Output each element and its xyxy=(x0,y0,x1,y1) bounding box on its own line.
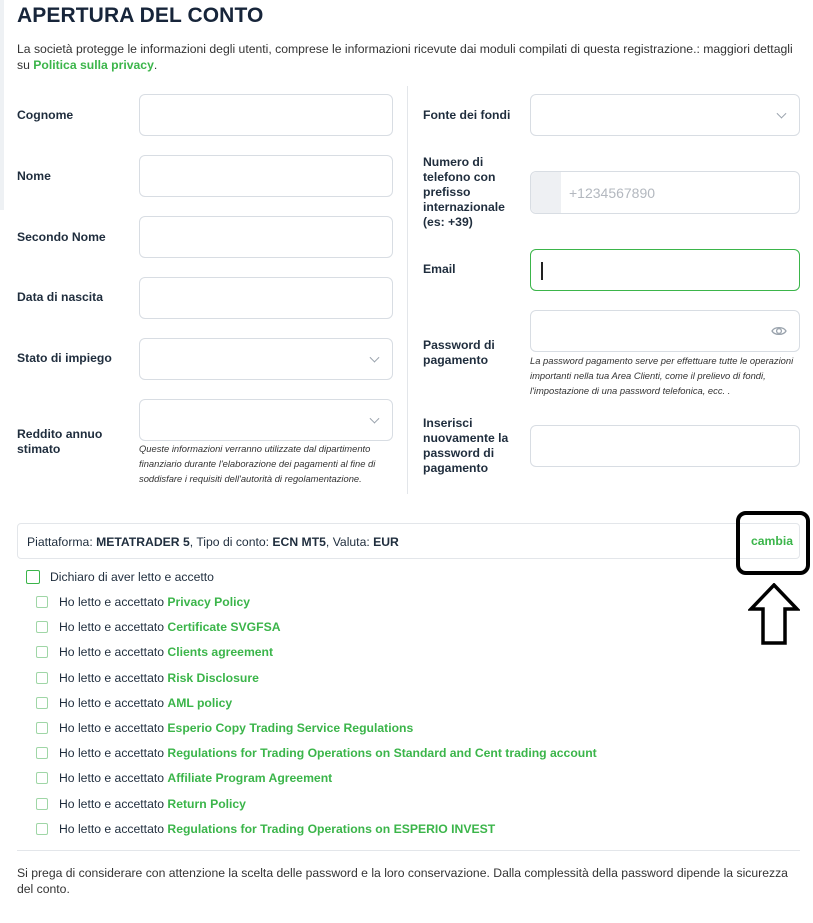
agreement-item: Ho letto e accettato Clients agreement xyxy=(59,645,273,659)
agreement-document-link[interactable]: Esperio Copy Trading Service Regulations xyxy=(167,721,413,735)
agreement-document-link[interactable]: Risk Disclosure xyxy=(167,671,258,685)
privacy-policy-link[interactable]: Politica sulla privacy xyxy=(33,58,154,72)
funds-source-select[interactable] xyxy=(530,94,800,136)
intro-paragraph: La società protegge le informazioni degl… xyxy=(17,41,807,73)
agreement-document-link[interactable]: Privacy Policy xyxy=(167,595,250,609)
agreement-item: Ho letto e accettato Risk Disclosure xyxy=(59,671,259,685)
platform-prefix: Piattaforma: xyxy=(27,535,97,549)
account-type-value: ECN MT5 xyxy=(272,535,326,549)
agreement-item: Ho letto e accettato Affiliate Program A… xyxy=(59,771,332,785)
employment-status-select[interactable] xyxy=(139,338,393,380)
agreement-item: Ho letto e accettato Return Policy xyxy=(59,797,246,811)
agreement-prefix: Ho letto e accettato xyxy=(59,671,165,685)
chevron-down-icon xyxy=(776,108,787,119)
agreement-prefix: Ho letto e accettato xyxy=(59,620,165,634)
platform-value: METATRADER 5 xyxy=(96,535,190,549)
payment-password-label: Password di pagamento xyxy=(423,338,495,367)
funds-source-label: Fonte dei fondi xyxy=(423,108,511,122)
page-title: APERTURA DEL CONTO xyxy=(17,4,264,27)
account-type-prefix: , Tipo di conto: xyxy=(189,535,273,549)
agreement-document-link[interactable]: AML policy xyxy=(167,696,232,710)
agreement-prefix: Ho letto e accettato xyxy=(59,595,165,609)
agreement-item: Ho letto e accettato Regulations for Tra… xyxy=(59,746,597,760)
agreement-prefix: Ho letto e accettato xyxy=(59,771,165,785)
platform-summary-text: Piattaforma: METATRADER 5, Tipo di conto… xyxy=(27,535,399,549)
intro-end: . xyxy=(153,58,158,72)
agreement-prefix: Ho letto e accettato xyxy=(59,797,165,811)
name-label: Nome xyxy=(17,169,51,183)
platform-summary-bar: Piattaforma: METATRADER 5, Tipo di conto… xyxy=(17,523,800,559)
accept-all-label: Dichiaro di aver letto e accetto xyxy=(50,570,214,584)
phone-prefix-box[interactable] xyxy=(531,172,561,213)
employment-status-label: Stato di impiego xyxy=(17,351,112,365)
agreement-checkbox[interactable] xyxy=(36,646,48,658)
agreement-checkbox[interactable] xyxy=(36,747,48,759)
payment-password-input[interactable] xyxy=(530,310,800,352)
agreement-checkbox[interactable] xyxy=(36,596,48,608)
agreement-prefix: Ho letto e accettato xyxy=(59,645,165,659)
phone-label: Numero di telefono con prefisso internaz… xyxy=(423,155,505,229)
agreement-item: Ho letto e accettato Privacy Policy xyxy=(59,595,250,609)
accept-all-checkbox[interactable] xyxy=(26,570,40,584)
footer-divider xyxy=(17,850,800,851)
repeat-password-label: Inserisci nuovamente la password di paga… xyxy=(423,416,509,475)
annual-income-label: Reddito annuo stimato xyxy=(17,427,103,456)
left-edge-strip xyxy=(0,0,4,210)
chevron-down-icon xyxy=(369,413,380,424)
email-input[interactable] xyxy=(530,249,800,291)
payment-password-help: La password pagamento serve per effettua… xyxy=(530,355,794,396)
up-arrow-icon xyxy=(748,583,800,645)
agreement-document-link[interactable]: Certificate SVGFSA xyxy=(167,620,280,634)
email-label: Email xyxy=(423,262,456,276)
annual-income-select[interactable] xyxy=(139,399,393,441)
agreement-checkbox[interactable] xyxy=(36,621,48,633)
agreement-checkbox[interactable] xyxy=(36,697,48,709)
agreement-checkbox[interactable] xyxy=(36,772,48,784)
currency-prefix: , Valuta: xyxy=(325,535,374,549)
agreement-checkbox[interactable] xyxy=(36,722,48,734)
middle-name-label: Secondo Nome xyxy=(17,230,106,244)
column-divider xyxy=(407,86,408,494)
change-platform-link[interactable]: cambia xyxy=(751,534,793,548)
agreement-checkbox[interactable] xyxy=(36,823,48,835)
currency-value: EUR xyxy=(373,535,399,549)
agreement-checkbox[interactable] xyxy=(36,798,48,810)
chevron-down-icon xyxy=(369,352,380,363)
agreement-prefix: Ho letto e accettato xyxy=(59,746,165,760)
annual-income-help: Queste informazioni verranno utilizzate … xyxy=(139,443,376,484)
birth-date-label: Data di nascita xyxy=(17,290,104,304)
agreement-document-link[interactable]: Clients agreement xyxy=(167,645,273,659)
name-input[interactable] xyxy=(139,155,393,197)
agreement-item: Ho letto e accettato AML policy xyxy=(59,696,232,710)
repeat-password-input[interactable] xyxy=(530,425,800,467)
agreement-prefix: Ho letto e accettato xyxy=(59,822,165,836)
agreement-prefix: Ho letto e accettato xyxy=(59,721,165,735)
phone-placeholder: +1234567890 xyxy=(569,185,656,201)
surname-input[interactable] xyxy=(139,94,393,136)
agreement-item: Ho letto e accettato Esperio Copy Tradin… xyxy=(59,721,413,735)
footer-note: Si prega di considerare con attenzione l… xyxy=(17,866,788,896)
agreement-document-link[interactable]: Affiliate Program Agreement xyxy=(167,771,332,785)
birth-date-input[interactable] xyxy=(139,277,393,319)
agreement-document-link[interactable]: Regulations for Trading Operations on St… xyxy=(167,746,596,760)
phone-input[interactable]: +1234567890 xyxy=(530,171,800,214)
agreement-prefix: Ho letto e accettato xyxy=(59,696,165,710)
text-cursor xyxy=(541,262,543,280)
agreement-item: Ho letto e accettato Certificate SVGFSA xyxy=(59,620,281,634)
agreement-document-link[interactable]: Regulations for Trading Operations on ES… xyxy=(167,822,495,836)
middle-name-input[interactable] xyxy=(139,216,393,258)
surname-label: Cognome xyxy=(17,108,74,122)
agreement-item: Ho letto e accettato Regulations for Tra… xyxy=(59,822,495,836)
agreement-document-link[interactable]: Return Policy xyxy=(167,797,246,811)
agreement-checkbox[interactable] xyxy=(36,672,48,684)
eye-icon[interactable] xyxy=(771,323,787,339)
